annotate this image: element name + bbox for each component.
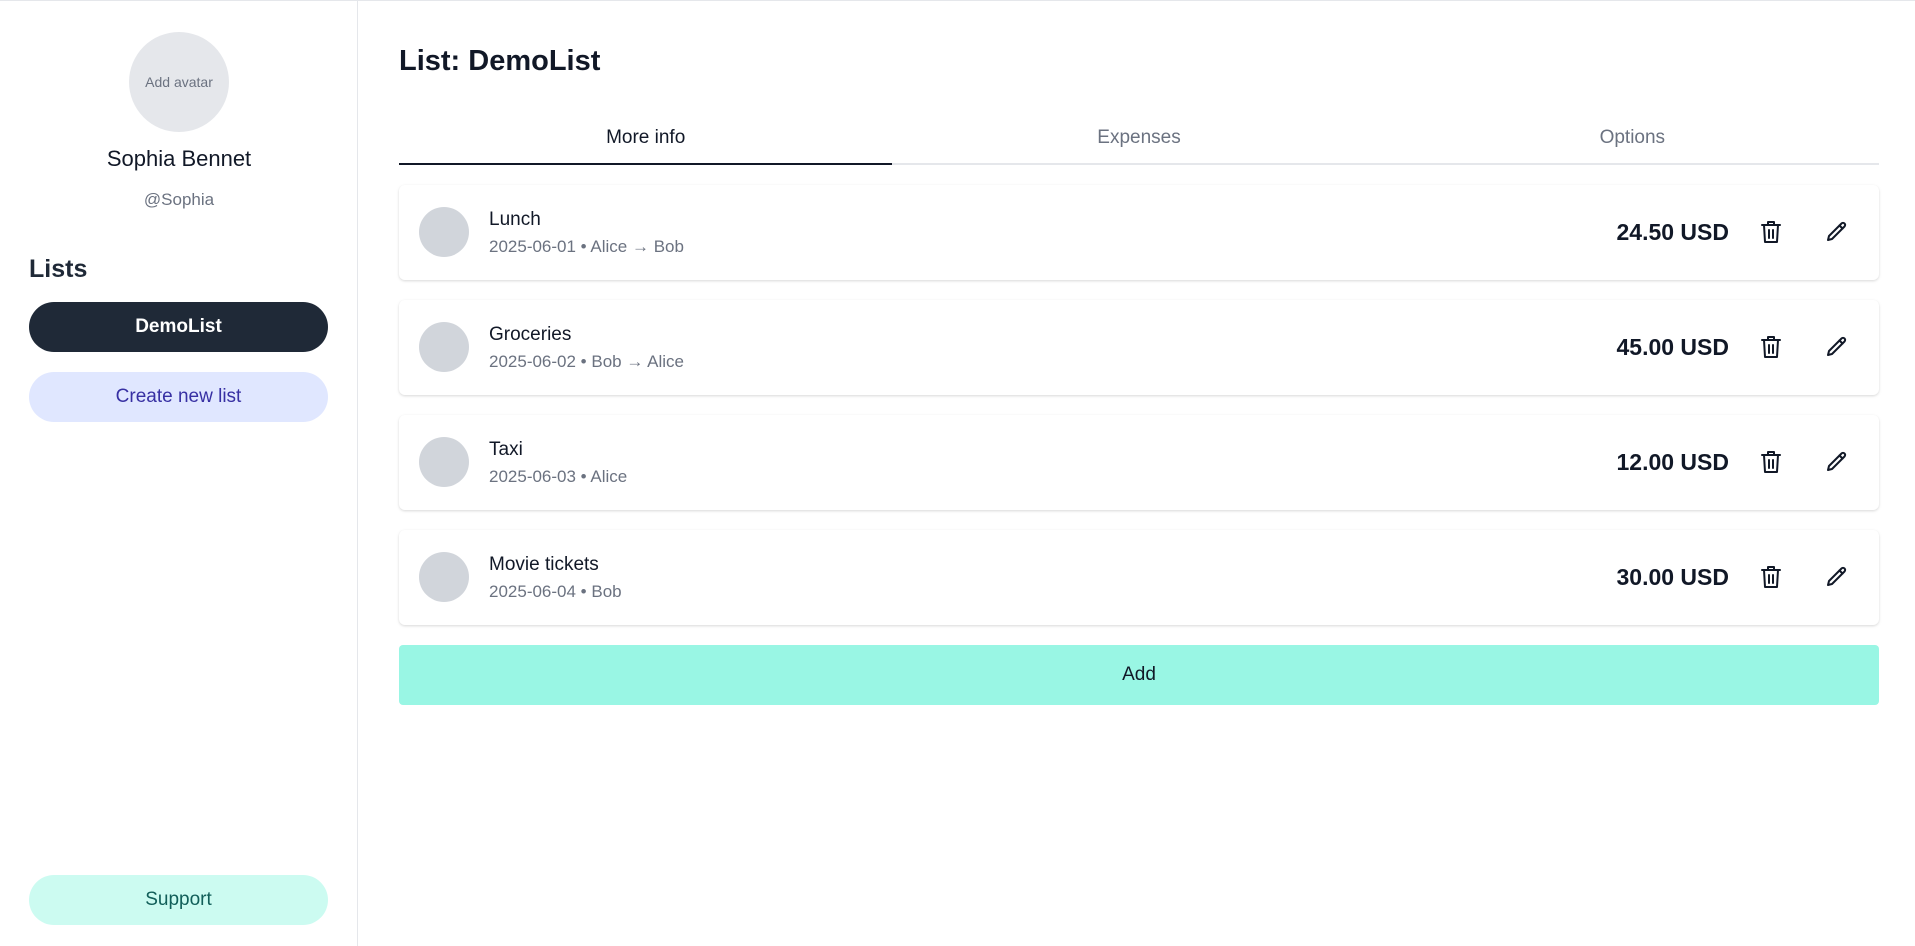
create-list-button[interactable]: Create new list xyxy=(29,372,328,422)
expense-meta: 2025-06-04 • Bob xyxy=(489,582,622,601)
edit-expense-button[interactable] xyxy=(1819,329,1855,365)
trash-icon xyxy=(1761,221,1781,243)
tab-more-info[interactable]: More info xyxy=(399,113,893,165)
expense-avatar xyxy=(419,322,469,372)
trash-icon xyxy=(1761,336,1781,358)
tab-bar: More info Expenses Options xyxy=(399,113,1879,165)
expense-name: Movie tickets xyxy=(489,554,599,575)
tab-expenses[interactable]: Expenses xyxy=(892,113,1385,163)
expense-name: Taxi xyxy=(489,439,523,460)
pencil-icon xyxy=(1827,336,1847,356)
edit-expense-button[interactable] xyxy=(1819,559,1855,595)
tab-options[interactable]: Options xyxy=(1386,113,1879,163)
trash-icon xyxy=(1761,566,1781,588)
expense-item: Groceries 2025-06-02 • Bob → Alice 45.00… xyxy=(399,300,1879,395)
expense-avatar xyxy=(419,437,469,487)
pencil-icon xyxy=(1827,221,1847,241)
delete-expense-button[interactable] xyxy=(1753,329,1789,365)
expense-amount: 30.00 USD xyxy=(1616,564,1729,590)
add-expense-button[interactable]: Add xyxy=(399,645,1879,705)
pencil-icon xyxy=(1827,566,1847,586)
expense-item: Taxi 2025-06-03 • Alice 12.00 USD xyxy=(399,415,1879,510)
expense-amount: 12.00 USD xyxy=(1616,449,1729,475)
expense-meta: 2025-06-02 • Bob → Alice xyxy=(489,352,684,371)
avatar-placeholder-label: Add avatar xyxy=(145,74,213,90)
expense-amount: 45.00 USD xyxy=(1616,334,1729,360)
support-button[interactable]: Support xyxy=(29,875,328,925)
user-handle: @Sophia xyxy=(143,190,215,209)
delete-expense-button[interactable] xyxy=(1753,559,1789,595)
sidebar: Add avatar Sophia Bennet @Sophia Lists D… xyxy=(0,1,358,946)
pencil-icon xyxy=(1827,451,1847,471)
edit-expense-button[interactable] xyxy=(1819,444,1855,480)
expense-avatar xyxy=(419,207,469,257)
expense-item: Movie tickets 2025-06-04 • Bob 30.00 USD xyxy=(399,530,1879,625)
app-window: Add avatar Sophia Bennet @Sophia Lists D… xyxy=(0,0,1915,946)
expense-meta: 2025-06-01 • Alice → Bob xyxy=(489,237,684,256)
trash-icon xyxy=(1761,451,1781,473)
expense-meta: 2025-06-03 • Alice xyxy=(489,467,628,486)
avatar-upload[interactable]: Add avatar xyxy=(129,32,229,132)
main-content: List: DemoList More info Expenses Option… xyxy=(399,1,1879,946)
expense-avatar xyxy=(419,552,469,602)
expense-item: Lunch 2025-06-01 • Alice → Bob 24.50 USD xyxy=(399,185,1879,280)
page-title: List: DemoList xyxy=(399,45,601,77)
sidebar-item-demolist[interactable]: DemoList xyxy=(29,302,328,352)
delete-expense-button[interactable] xyxy=(1753,444,1789,480)
expense-amount: 24.50 USD xyxy=(1616,219,1729,245)
edit-expense-button[interactable] xyxy=(1819,214,1855,250)
user-name: Sophia Bennet xyxy=(106,146,252,171)
lists-heading: Lists xyxy=(29,255,88,283)
expense-name: Groceries xyxy=(489,324,572,345)
delete-expense-button[interactable] xyxy=(1753,214,1789,250)
expense-name: Lunch xyxy=(489,209,541,230)
